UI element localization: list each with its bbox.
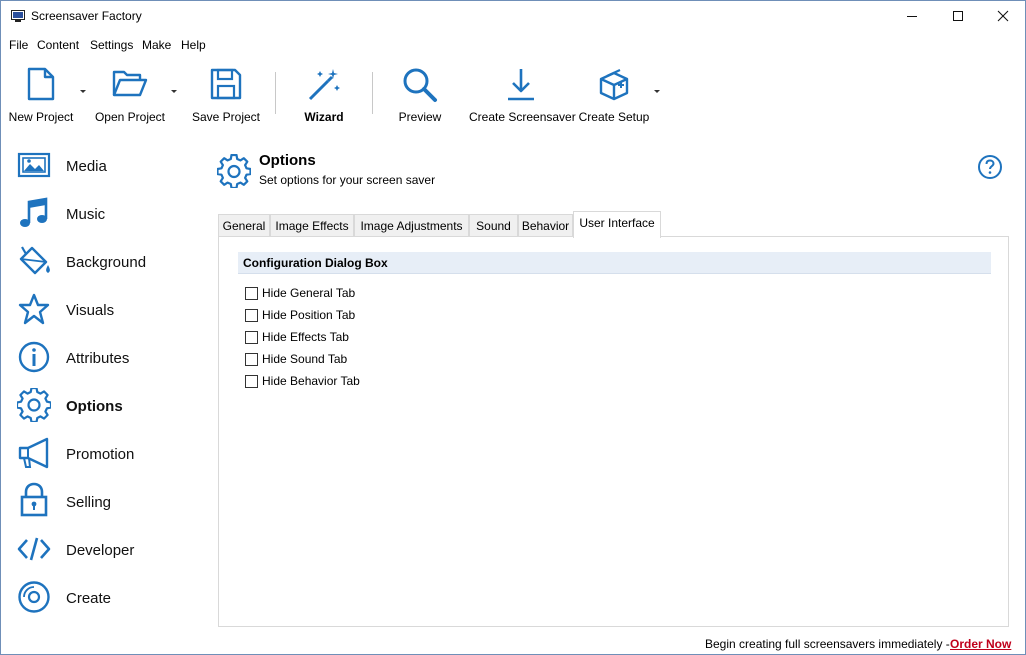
- checkbox-box[interactable]: [245, 375, 258, 388]
- menu-bar: File Content Settings Make Help: [1, 34, 1025, 56]
- sidebar-item-developer[interactable]: Developer: [1, 528, 201, 576]
- page-subtitle: Set options for your screen saver: [259, 173, 436, 187]
- checkbox-label: Hide Position Tab: [262, 308, 356, 322]
- open-project-label: Open Project: [94, 110, 166, 124]
- menu-help[interactable]: Help: [181, 38, 206, 52]
- options-gear-icon: [217, 154, 251, 188]
- group-title: Configuration Dialog Box: [243, 256, 388, 270]
- tab-behavior[interactable]: Behavior: [518, 214, 573, 237]
- tab-general[interactable]: General: [218, 214, 270, 237]
- create-setup-button[interactable]: Create Setup: [577, 57, 651, 129]
- open-project-dropdown-icon[interactable]: [171, 90, 177, 93]
- footer-promo-text: Begin creating full screensavers immedia…: [705, 637, 950, 651]
- download-arrow-icon: [508, 69, 534, 101]
- sidebar-item-label: Media: [66, 158, 107, 175]
- sidebar-item-label: Attributes: [66, 350, 130, 367]
- help-icon[interactable]: [977, 154, 1003, 180]
- open-folder-icon: [112, 70, 148, 97]
- app-icon: [11, 10, 25, 22]
- menu-content[interactable]: Content: [37, 38, 79, 52]
- sidebar-item-promotion[interactable]: Promotion: [1, 432, 201, 480]
- sidebar-item-media[interactable]: Media: [1, 144, 201, 192]
- menu-settings[interactable]: Settings: [90, 38, 133, 52]
- tab-panel: Configuration Dialog Box Hide General Ta…: [218, 236, 1009, 627]
- maximize-icon: [953, 11, 963, 21]
- group-header: Configuration Dialog Box: [238, 252, 991, 274]
- tab-sound[interactable]: Sound: [469, 214, 518, 237]
- menu-file[interactable]: File: [9, 38, 28, 52]
- sidebar-item-create[interactable]: Create: [1, 576, 201, 624]
- sidebar-item-music[interactable]: Music: [1, 192, 201, 240]
- megaphone-icon: [18, 437, 49, 469]
- sidebar-item-options[interactable]: Options: [1, 384, 201, 432]
- sidebar-item-label: Music: [66, 206, 106, 223]
- close-button[interactable]: [980, 1, 1026, 31]
- minimize-icon: [907, 16, 917, 17]
- create-screensaver-label: Create Screensaver: [469, 110, 576, 124]
- star-icon: [18, 293, 50, 325]
- magnifier-icon: [403, 68, 437, 102]
- paint-bucket-icon: [19, 246, 50, 275]
- title-bar: Screensaver Factory: [1, 1, 1025, 32]
- sidebar-item-label: Promotion: [66, 446, 135, 463]
- sidebar-item-label: Options: [66, 398, 123, 415]
- info-icon: [18, 341, 50, 373]
- disc-icon: [18, 581, 50, 613]
- magic-wand-icon: [308, 69, 340, 101]
- sidebar: Media Music Background Visuals Attribute…: [1, 141, 206, 613]
- window-title: Screensaver Factory: [31, 9, 142, 23]
- sidebar-item-label: Background: [66, 254, 147, 271]
- new-project-dropdown-icon[interactable]: [80, 90, 86, 93]
- page-title: Options: [259, 152, 316, 169]
- order-now-link[interactable]: Order Now: [950, 637, 1011, 651]
- menu-make[interactable]: Make: [142, 38, 171, 52]
- wizard-label: Wizard: [304, 110, 344, 124]
- gear-icon: [17, 388, 51, 422]
- save-disk-icon: [210, 68, 242, 100]
- toolbar-separator: [275, 72, 276, 114]
- checkbox-label: Hide Behavior Tab: [262, 374, 360, 388]
- toolbar: New Project Open Project Save Project Wi…: [1, 57, 1025, 129]
- tab-user-interface[interactable]: User Interface: [573, 211, 661, 238]
- preview-button[interactable]: Preview: [387, 57, 453, 129]
- open-project-button[interactable]: Open Project: [93, 57, 167, 129]
- lock-icon: [20, 482, 48, 517]
- code-icon: [17, 537, 51, 561]
- wizard-button[interactable]: Wizard: [289, 57, 359, 129]
- preview-label: Preview: [398, 110, 442, 124]
- sidebar-item-visuals[interactable]: Visuals: [1, 288, 201, 336]
- sidebar-item-attributes[interactable]: Attributes: [1, 336, 201, 384]
- checkbox-label: Hide Sound Tab: [262, 352, 348, 366]
- tab-image-effects[interactable]: Image Effects: [270, 214, 354, 237]
- close-icon: [997, 10, 1009, 22]
- sidebar-item-label: Selling: [66, 494, 112, 511]
- save-project-button[interactable]: Save Project: [189, 57, 263, 129]
- checkbox-label: Hide Effects Tab: [262, 330, 349, 344]
- sidebar-item-label: Developer: [66, 542, 135, 559]
- save-project-label: Save Project: [191, 110, 261, 124]
- create-screensaver-button[interactable]: Create Screensaver: [469, 57, 576, 129]
- sidebar-item-selling[interactable]: Selling: [1, 480, 201, 528]
- image-icon: [17, 152, 51, 178]
- app-window: Screensaver Factory File Content Setting…: [0, 0, 1026, 655]
- sidebar-item-label: Create: [66, 590, 112, 607]
- package-icon: [599, 69, 629, 101]
- toolbar-separator: [372, 72, 373, 114]
- create-setup-dropdown-icon[interactable]: [654, 90, 660, 93]
- checkbox-box[interactable]: [245, 331, 258, 344]
- new-file-icon: [27, 67, 55, 101]
- checkbox-box[interactable]: [245, 287, 258, 300]
- checkbox-box[interactable]: [245, 353, 258, 366]
- checkbox-box[interactable]: [245, 309, 258, 322]
- tab-image-adjustments[interactable]: Image Adjustments: [354, 214, 469, 237]
- music-note-icon: [20, 197, 48, 227]
- create-setup-label: Create Setup: [578, 110, 650, 124]
- sidebar-item-background[interactable]: Background: [1, 240, 201, 288]
- maximize-button[interactable]: [935, 1, 981, 31]
- minimize-button[interactable]: [889, 1, 935, 31]
- sidebar-item-label: Visuals: [66, 302, 115, 319]
- new-project-label: New Project: [8, 110, 74, 124]
- new-project-button[interactable]: New Project: [5, 57, 77, 129]
- checkbox-label: Hide General Tab: [262, 286, 356, 300]
